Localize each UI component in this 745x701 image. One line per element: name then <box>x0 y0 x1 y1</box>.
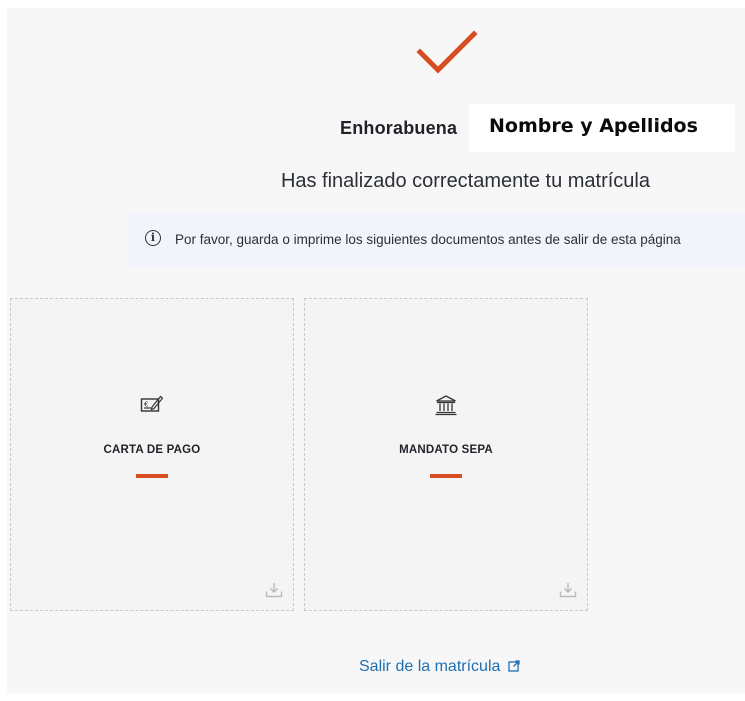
svg-text:€: € <box>144 401 148 409</box>
download-icon[interactable] <box>559 582 577 598</box>
bank-icon <box>435 395 457 416</box>
exit-enrollment-link[interactable]: Salir de la matrícula <box>359 658 521 676</box>
document-card-mandato-sepa[interactable]: MANDATO SEPA <box>304 298 588 611</box>
download-icon[interactable] <box>265 582 283 598</box>
student-name: Nombre y Apellidos <box>489 115 698 137</box>
document-card-carta-de-pago[interactable]: € CARTA DE PAGO <box>10 298 294 611</box>
payment-check-icon: € <box>140 395 164 412</box>
accent-bar <box>430 474 462 478</box>
student-name-box: Nombre y Apellidos <box>469 104 735 152</box>
document-label: MANDATO SEPA <box>399 444 493 456</box>
info-icon: i <box>145 230 161 246</box>
external-link-icon <box>508 660 521 672</box>
document-label: CARTA DE PAGO <box>103 444 201 456</box>
completion-subtitle: Has finalizado correctamente tu matrícul… <box>0 170 745 193</box>
success-check-icon <box>416 30 478 74</box>
exit-link-label: Salir de la matrícula <box>359 658 501 675</box>
congrats-heading: Enhorabuena <box>340 118 458 138</box>
subtitle-text: Has finalizado correctamente tu matrícul… <box>280 170 650 192</box>
accent-bar <box>136 474 168 478</box>
info-banner-text: Por favor, guarda o imprime los siguient… <box>175 232 681 247</box>
info-banner: i Por favor, guarda o imprime los siguie… <box>127 213 745 267</box>
